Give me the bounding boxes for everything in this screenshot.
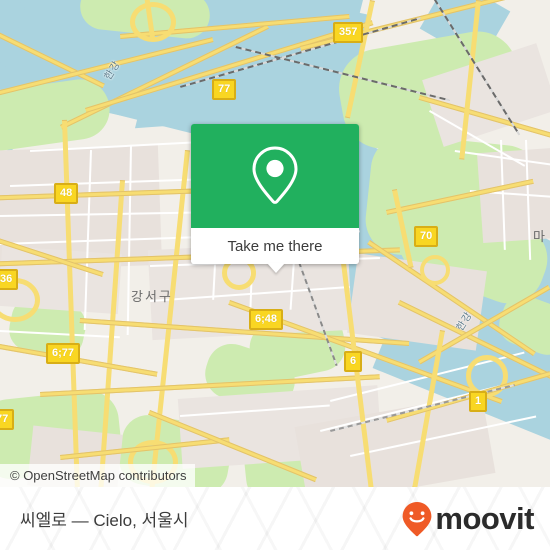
location-title: 씨엘로 — Cielo, 서울시 xyxy=(20,487,188,550)
map-attribution[interactable]: © OpenStreetMap contributors xyxy=(0,464,195,487)
moovit-wordmark: moovit xyxy=(435,501,534,536)
road-shield-1: 1 xyxy=(469,391,488,412)
location-popup-card[interactable]: Take me there xyxy=(191,124,359,273)
popup-icon-panel xyxy=(191,124,359,228)
road-shield-36: 36 xyxy=(0,269,19,290)
map-label-ma: 마 xyxy=(533,229,547,244)
motorway-top-loop xyxy=(130,2,176,42)
popup-cta-panel[interactable]: Take me there xyxy=(191,228,359,264)
map-label-gangseo-gu: 강서구 xyxy=(131,289,173,304)
road-shield-48: 48 xyxy=(54,183,79,204)
road-shield-77-south: 77 xyxy=(0,409,15,430)
road-shield-6: 6 xyxy=(344,351,363,372)
road-shield-357: 357 xyxy=(333,22,364,43)
road-shield-77-north: 77 xyxy=(212,79,237,100)
popup-pointer-tail xyxy=(267,263,285,273)
road-shield-6-77: 6;77 xyxy=(46,343,81,364)
map-pin-icon xyxy=(252,146,298,204)
attribution-text: © OpenStreetMap contributors xyxy=(10,468,187,483)
road-shield-70: 70 xyxy=(414,226,439,247)
location-title-text: 씨엘로 — Cielo, 서울시 xyxy=(20,511,189,530)
moovit-location-card: 강서구 마 한강 한강 357 77 48 70 36 6;48 6 6;77 … xyxy=(0,0,550,550)
road-shield-6-48: 6;48 xyxy=(249,309,284,330)
motorway-hairpin-2 xyxy=(420,255,450,285)
footer-bar: 씨엘로 — Cielo, 서울시 moovit xyxy=(0,487,550,550)
map-canvas[interactable]: 강서구 마 한강 한강 357 77 48 70 36 6;48 6 6;77 … xyxy=(0,0,550,487)
take-me-there-label: Take me there xyxy=(227,237,323,255)
moovit-logo[interactable]: moovit xyxy=(401,487,534,550)
moovit-pin-icon xyxy=(402,501,432,536)
